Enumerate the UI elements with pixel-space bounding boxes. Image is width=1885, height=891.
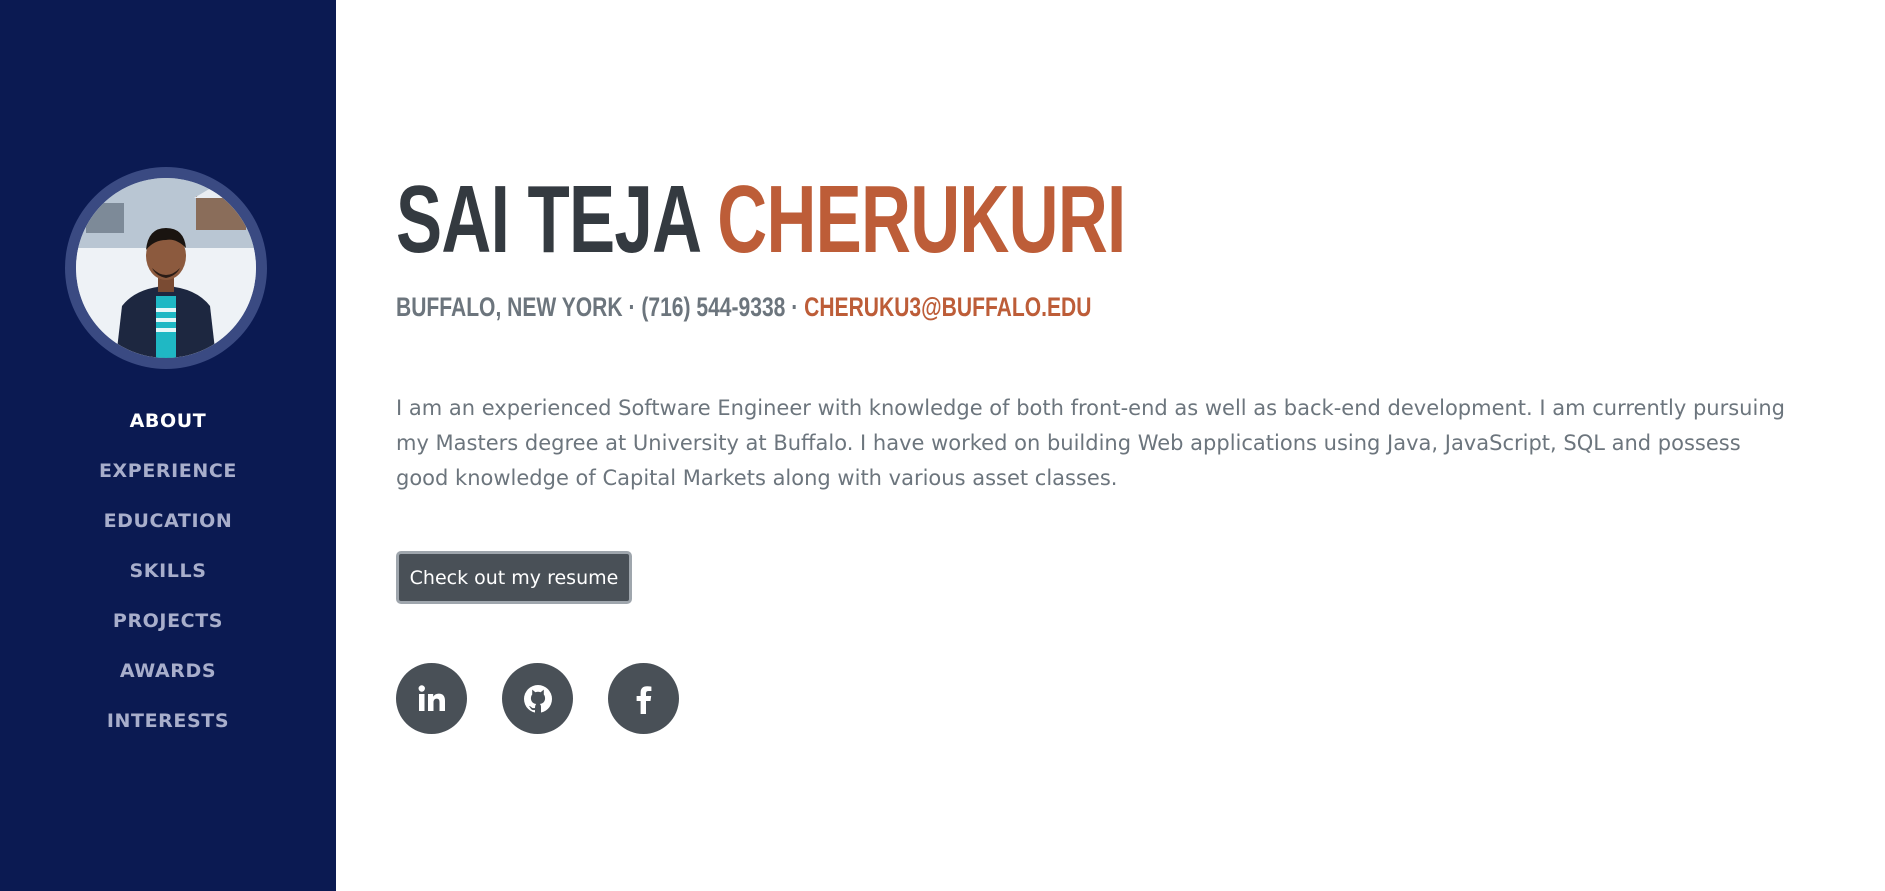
github-icon <box>523 684 552 713</box>
nav-item-education[interactable]: EDUCATION <box>0 496 336 546</box>
contact-line: BUFFALO, NEW YORK · (716) 544-9338 · CHE… <box>396 290 1091 324</box>
github-button[interactable] <box>502 663 573 734</box>
nav-item-experience[interactable]: EXPERIENCE <box>0 446 336 496</box>
phone-text: (716) 544-9338 <box>641 292 786 322</box>
facebook-button[interactable] <box>608 663 679 734</box>
sidebar: ABOUT EXPERIENCE EDUCATION SKILLS PROJEC… <box>0 0 336 891</box>
email-link[interactable]: CHERUKU3@BUFFALO.EDU <box>804 292 1091 322</box>
linkedin-icon <box>418 684 445 711</box>
sidebar-nav: ABOUT EXPERIENCE EDUCATION SKILLS PROJEC… <box>0 396 336 746</box>
linkedin-button[interactable] <box>396 663 467 734</box>
nav-item-skills[interactable]: SKILLS <box>0 546 336 596</box>
resume-button[interactable]: Check out my resume <box>396 551 632 604</box>
page-title: SAI TEJA CHERUKURI <box>396 168 1126 272</box>
nav-item-projects[interactable]: PROJECTS <box>0 596 336 646</box>
location-text: BUFFALO, NEW YORK <box>396 292 623 322</box>
nav-item-about[interactable]: ABOUT <box>0 396 336 446</box>
about-text: I am an experienced Software Engineer wi… <box>396 396 1785 490</box>
first-name: SAI TEJA <box>396 166 700 273</box>
last-name: CHERUKURI <box>717 166 1126 273</box>
facebook-icon <box>636 685 651 714</box>
profile-photo <box>76 178 256 358</box>
nav-item-awards[interactable]: AWARDS <box>0 646 336 696</box>
nav-item-interests[interactable]: INTERESTS <box>0 696 336 746</box>
social-icons <box>396 663 679 734</box>
separator: · <box>628 292 636 322</box>
profile-photo-frame[interactable] <box>65 167 267 369</box>
separator: · <box>791 292 799 322</box>
